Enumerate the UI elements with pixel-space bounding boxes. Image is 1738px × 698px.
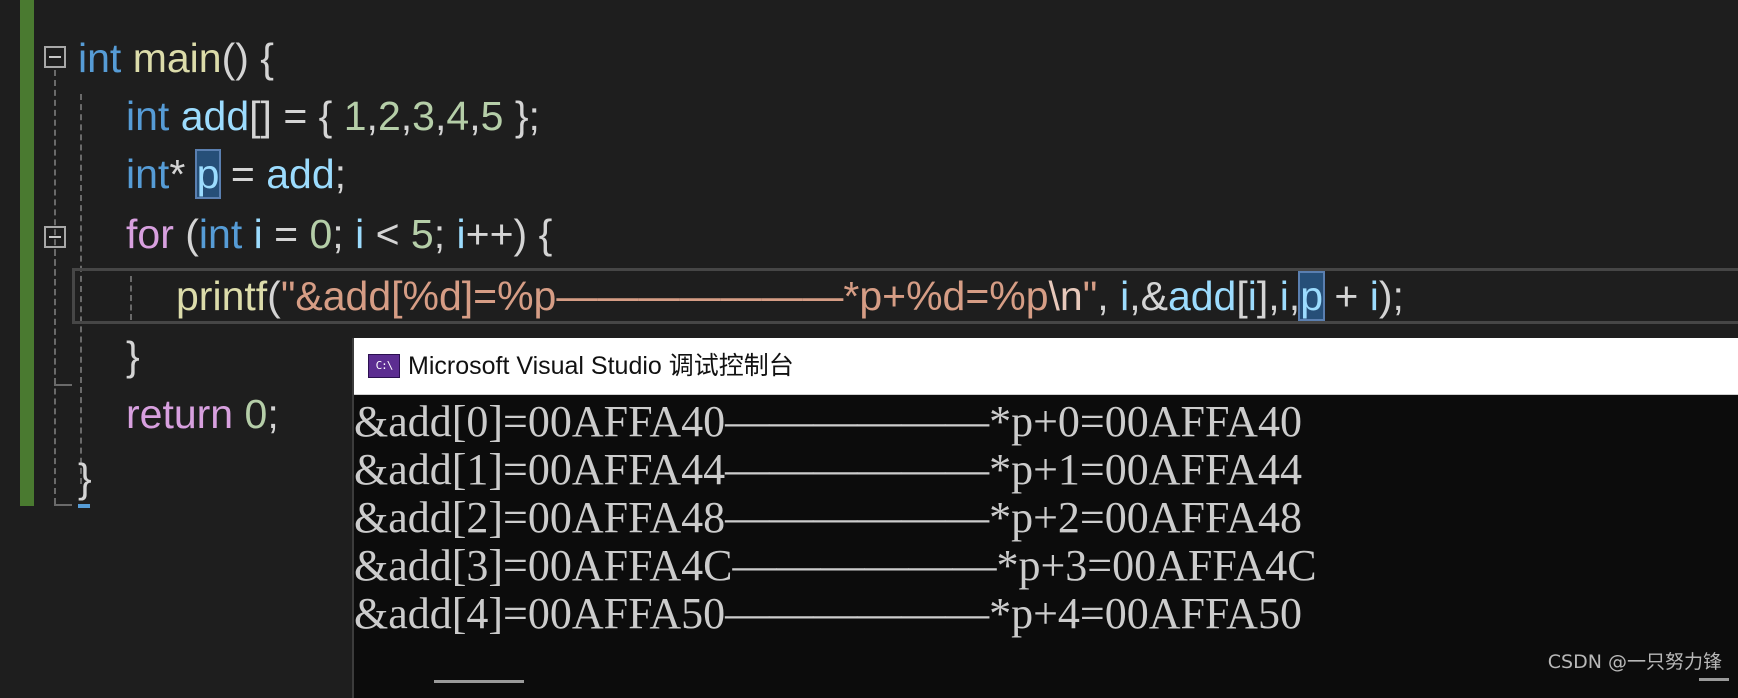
text-caret: [78, 504, 90, 508]
console-output[interactable]: &add[0]=00AFFA40——————*p+0=00AFFA40 &add…: [354, 398, 1317, 638]
debug-console-window[interactable]: C:\ Microsoft Visual Studio 调试控制台 &add[0…: [352, 338, 1738, 698]
code-line-1[interactable]: int main() {: [78, 30, 274, 86]
for-outline-guide: [54, 250, 56, 384]
console-output-line: &add[2]=00AFFA48——————*p+2=00AFFA48: [354, 493, 1302, 542]
selected-variable-p: p: [194, 149, 222, 199]
console-title: Microsoft Visual Studio 调试控制台: [408, 352, 794, 380]
console-output-line: &add[3]=00AFFA4C——————*p+3=00AFFA4C: [354, 541, 1317, 590]
console-app-icon: C:\: [368, 354, 400, 378]
change-tracking-bar: [20, 0, 34, 506]
console-output-line: &add[4]=00AFFA50——————*p+4=00AFFA50: [354, 589, 1302, 638]
code-line-2[interactable]: int add[] = { 1,2,3,4,5 };: [126, 88, 540, 144]
collapse-main-icon[interactable]: [44, 46, 66, 68]
code-line-5[interactable]: printf("&add[%d]=%p———————*p+%d=%p\n", i…: [176, 268, 1404, 324]
main-outline-end: [54, 504, 72, 506]
for-outline-end: [54, 384, 72, 386]
code-line-6[interactable]: }: [126, 328, 140, 384]
code-line-8[interactable]: }: [78, 450, 92, 506]
console-title-bar[interactable]: C:\ Microsoft Visual Studio 调试控制台: [354, 338, 1738, 395]
code-line-3[interactable]: int* p = add;: [126, 146, 346, 202]
console-output-line: &add[0]=00AFFA40——————*p+0=00AFFA40: [354, 397, 1302, 446]
console-output-line: &add[1]=00AFFA44——————*p+1=00AFFA44: [354, 445, 1302, 494]
watermark: CSDN @一只努力锋: [1547, 651, 1722, 673]
cut-off-output-tail: [1699, 678, 1729, 689]
code-line-7[interactable]: return 0;: [126, 386, 279, 442]
cut-off-output-line: [434, 680, 524, 691]
code-line-4[interactable]: for (int i = 0; i < 5; i++) {: [126, 206, 552, 262]
selected-variable-p-2: p: [1298, 271, 1325, 321]
